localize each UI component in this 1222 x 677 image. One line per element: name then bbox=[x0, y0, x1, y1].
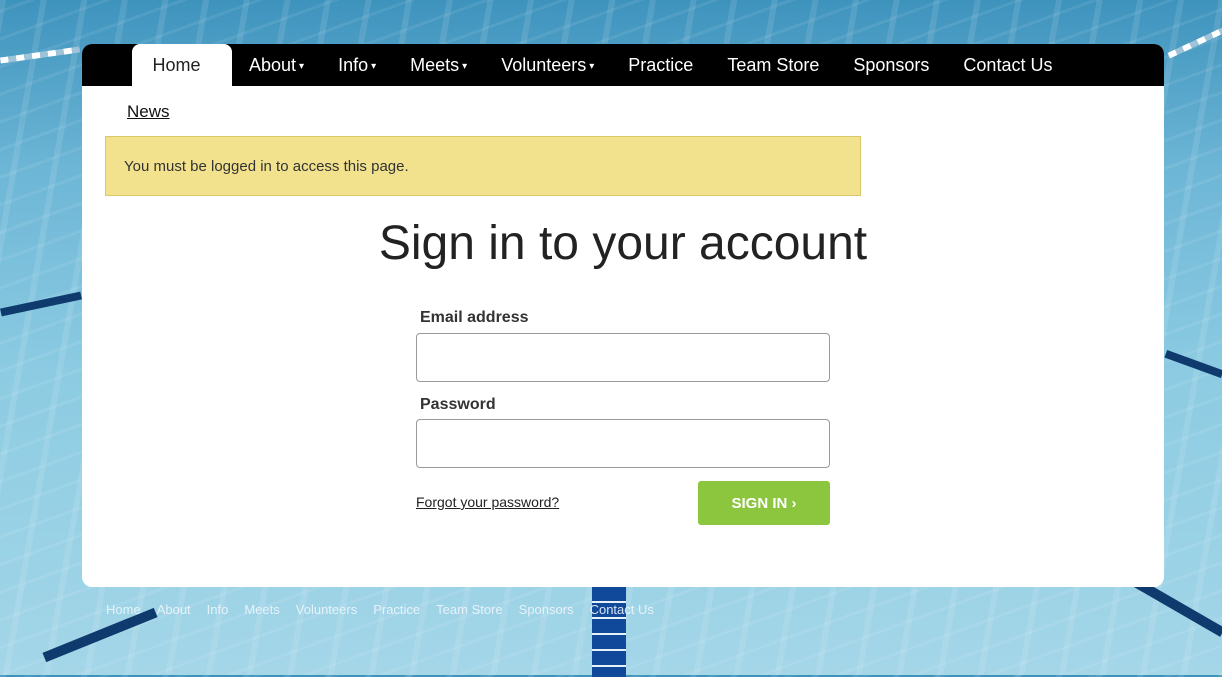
nav-item-label: Team Store bbox=[727, 54, 820, 75]
lane-line-left bbox=[0, 291, 82, 317]
footer-link-practice[interactable]: Practice bbox=[373, 602, 420, 617]
footer-link-about[interactable]: About bbox=[157, 602, 191, 617]
nav-item-meets[interactable]: Meets ▾ bbox=[393, 44, 484, 86]
footer-link-contact-us[interactable]: Contact Us bbox=[590, 602, 654, 617]
footer-link-team-store[interactable]: Team Store bbox=[436, 602, 502, 617]
email-label: Email address bbox=[420, 309, 529, 326]
nav-item-label: Contact Us bbox=[963, 54, 1053, 75]
nav-item-sponsors[interactable]: Sponsors bbox=[836, 44, 946, 86]
nav-item-practice[interactable]: Practice bbox=[611, 44, 710, 86]
login-required-alert: You must be logged in to access this pag… bbox=[105, 136, 861, 196]
footer-link-info[interactable]: Info bbox=[207, 602, 229, 617]
nav-item-label: Home bbox=[152, 54, 201, 75]
sign-in-button[interactable]: SIGN IN › bbox=[698, 481, 830, 525]
footer-nav: Home About Info Meets Volunteers Practice Team… bbox=[106, 602, 654, 617]
footer-link-volunteers[interactable]: Volunteers bbox=[296, 602, 357, 617]
footer-link-sponsors[interactable]: Sponsors bbox=[519, 602, 574, 617]
main-nav: Home About ▾ Info ▾ Meets ▾ Volunteers ▾ Practice… bbox=[82, 44, 1164, 86]
pool-floor-tiles bbox=[592, 587, 626, 677]
caret-down-icon: ▾ bbox=[462, 60, 468, 72]
nav-item-contact-us[interactable]: Contact Us bbox=[946, 44, 1069, 86]
nav-item-label: Meets bbox=[410, 54, 460, 75]
nav-item-volunteers[interactable]: Volunteers ▾ bbox=[484, 44, 611, 86]
caret-down-icon: ▾ bbox=[589, 60, 595, 72]
footer-link-meets[interactable]: Meets bbox=[244, 602, 279, 617]
forgot-password-link[interactable]: Forgot your password? bbox=[416, 494, 559, 510]
email-field[interactable] bbox=[416, 333, 830, 382]
content-panel: Home About ▾ Info ▾ Meets ▾ Volunteers ▾ Practice… bbox=[82, 44, 1164, 587]
nav-item-label: Volunteers bbox=[501, 54, 587, 75]
nav-item-info[interactable]: Info ▾ bbox=[321, 44, 393, 86]
password-label: Password bbox=[420, 396, 496, 413]
nav-item-about[interactable]: About ▾ bbox=[232, 44, 321, 86]
lane-rope-left bbox=[0, 46, 81, 64]
nav-item-label: About bbox=[249, 54, 297, 75]
password-field[interactable] bbox=[416, 419, 830, 468]
footer-link-home[interactable]: Home bbox=[106, 602, 141, 617]
nav-item-label: Sponsors bbox=[853, 54, 930, 75]
alert-message: You must be logged in to access this pag… bbox=[124, 157, 409, 175]
nav-item-team-store[interactable]: Team Store bbox=[710, 44, 836, 86]
nav-item-home[interactable]: Home bbox=[132, 44, 232, 86]
lane-line-right bbox=[1164, 349, 1222, 379]
nav-item-label: Info bbox=[338, 54, 369, 75]
lane-rope-right bbox=[1167, 27, 1222, 59]
caret-down-icon: ▾ bbox=[299, 60, 305, 72]
nav-item-label: Practice bbox=[628, 54, 694, 75]
caret-down-icon: ▾ bbox=[371, 60, 377, 72]
news-link[interactable]: News bbox=[127, 102, 170, 122]
page-title: Sign in to your account bbox=[378, 217, 868, 270]
